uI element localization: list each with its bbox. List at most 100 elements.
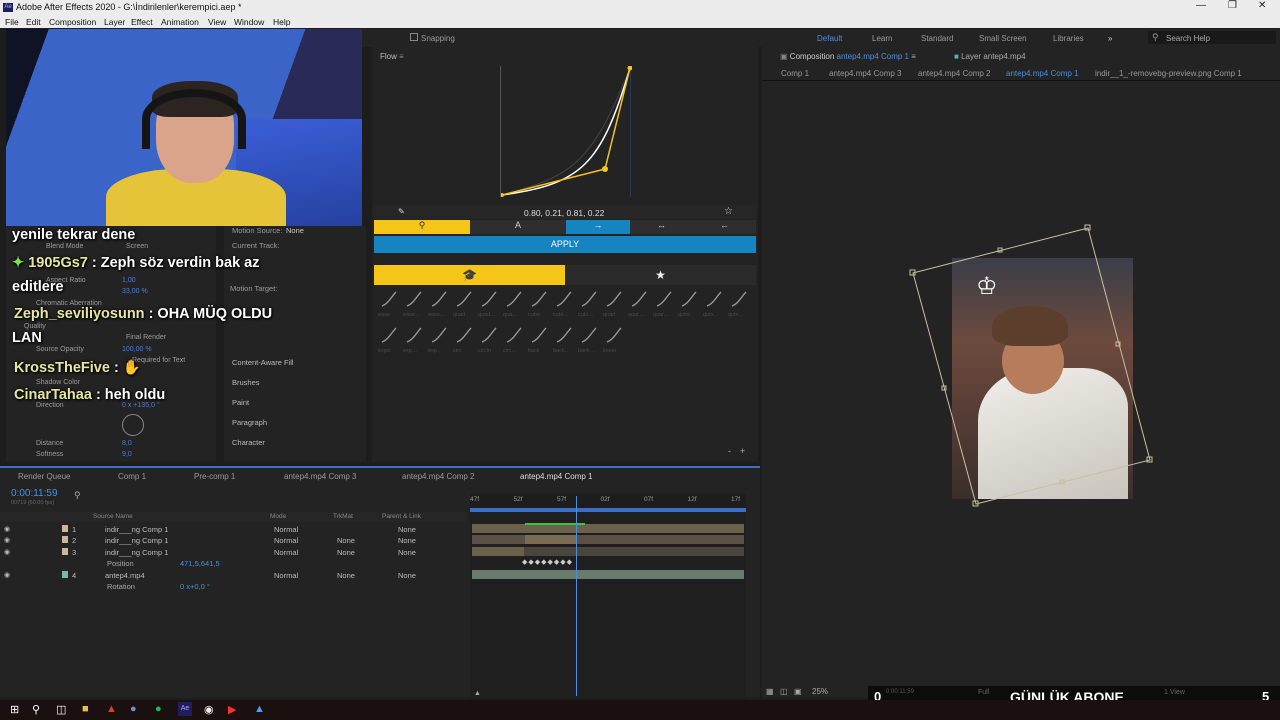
task-view-icon[interactable]: ◫ [56,703,66,716]
trkmat-select[interactable]: None [337,536,355,545]
close-icon[interactable]: ✕ [1258,0,1266,11]
trkmat-select[interactable]: None [337,571,355,580]
direction-dial[interactable] [122,414,144,436]
blend-mode-select[interactable]: Normal [274,525,298,534]
menu-edit[interactable]: Edit [26,17,41,27]
spotify-icon[interactable]: ● [155,703,162,715]
bezier-graph[interactable] [500,66,632,197]
menu-window[interactable]: Window [234,17,264,27]
preset-curve-item[interactable]: quin… [728,288,750,320]
aspect-ratio-value[interactable]: 1,00 [122,277,136,284]
panel-brushes[interactable]: Brushes [232,378,260,387]
tab-antep-comp-2[interactable]: antep4.mp4 Comp 2 [402,472,475,481]
breadcrumb-comp-2[interactable]: antep4.mp4 Comp 2 [918,69,991,78]
menu-animation[interactable]: Animation [161,17,199,27]
keyframes[interactable]: ◆◆◆◆◆◆◆◆ [522,558,573,566]
render-quality-value[interactable]: Final Render [126,334,166,341]
label-color-swatch[interactable] [62,536,68,543]
discord-icon[interactable]: ● [130,703,137,715]
preset-curve-item[interactable]: exp… [428,324,450,356]
layer-name[interactable]: Position [107,559,134,568]
preset-curve-item[interactable]: cubic [528,288,550,320]
preset-curve-item[interactable]: ease… [403,288,425,320]
restore-icon[interactable]: ❐ [1228,0,1237,11]
menu-file[interactable]: File [5,17,19,27]
preset-curve-item[interactable]: cubi… [553,288,575,320]
tab-comp-1[interactable]: Comp 1 [118,472,146,481]
after-effects-taskbar-icon[interactable]: Ae [178,702,192,716]
layer-row[interactable]: ◉ 2 indir___ng Comp 1 Normal None None [0,535,466,546]
text-icon[interactable]: A [470,220,566,234]
preset-curve-item[interactable]: circ… [503,324,525,356]
remove-preset-icon[interactable]: - [728,446,731,456]
softness-value[interactable]: 9,0 [122,451,132,458]
windows-start-icon[interactable]: ⊞ [10,703,19,716]
trkmat-select[interactable]: None [337,548,355,557]
property-value[interactable]: 471,5,641,5 [180,559,220,568]
track-area[interactable]: ◆◆◆◆◆◆◆◆ [470,496,746,698]
tab-antep-comp-3[interactable]: antep4.mp4 Comp 3 [284,472,357,481]
preset-curve-item[interactable]: expo [378,324,400,356]
preset-curve-item[interactable]: circIn [478,324,500,356]
preset-curve-item[interactable]: quar… [628,288,650,320]
file-explorer-icon[interactable]: ■ [82,703,89,715]
menu-effect[interactable]: Effect [131,17,153,27]
parent-select[interactable]: None [398,536,416,545]
preset-curve-item[interactable]: linear [603,324,625,356]
search-icon[interactable]: ⚲ [32,703,40,716]
parent-select[interactable]: None [398,548,416,557]
preset-curve-item[interactable]: quint [678,288,700,320]
workspace-libraries[interactable]: Libraries [1053,34,1084,43]
preset-curve-item[interactable]: back… [553,324,575,356]
workspace-learn[interactable]: Learn [872,34,892,43]
display-icon[interactable]: ◫ [780,687,788,696]
timeline-timecode[interactable]: 0:00:11:59 [11,488,58,499]
tab-pre-comp-1[interactable]: Pre-comp 1 [194,472,235,481]
zoom-select[interactable]: 25% [812,687,828,696]
blend-mode-value[interactable]: Screen [126,243,148,250]
preset-curve-item[interactable]: quin… [703,288,725,320]
snapping-checkbox[interactable] [410,33,418,41]
favorite-star-icon[interactable]: ☆ [724,206,733,217]
preset-curve-item[interactable]: quar… [653,288,675,320]
app-icon[interactable]: ▲ [254,703,265,715]
layer-name[interactable]: Rotation [107,582,135,591]
menu-help[interactable]: Help [273,17,290,27]
workspace-small-screen[interactable]: Small Screen [979,34,1027,43]
menu-layer[interactable]: Layer [104,17,125,27]
visibility-eye-icon[interactable]: ◉ [4,548,10,556]
preset-curve-item[interactable]: qua… [503,288,525,320]
label-color-swatch[interactable] [62,548,68,555]
star-icon[interactable]: ★ [565,265,756,285]
panel-content-aware-fill[interactable]: Content-Aware Fill [232,358,294,367]
preset-curve-item[interactable]: ease [378,288,400,320]
blend-mode-select[interactable]: Normal [274,536,298,545]
snapshot-icon[interactable]: ▦ [766,687,774,696]
menu-composition[interactable]: Composition [49,17,96,27]
visibility-eye-icon[interactable]: ◉ [4,525,10,533]
layer-name[interactable]: indir___ng Comp 1 [105,536,168,545]
breadcrumb-comp-active[interactable]: antep4.mp4 Comp 1 [1006,69,1079,78]
preset-curve-item[interactable]: quad [453,288,475,320]
layer-name[interactable]: antep4.mp4 [105,571,145,580]
panel-character[interactable]: Character [232,438,265,447]
direction-value[interactable]: 0 x +135,0 ° [122,402,160,409]
playhead[interactable] [576,496,577,696]
tab-antep-comp-1[interactable]: antep4.mp4 Comp 1 [520,472,593,481]
grid-icon[interactable]: ▣ [794,687,802,696]
arrow-left-icon[interactable]: ← [693,220,756,234]
more-workspaces-icon[interactable]: » [1108,34,1112,43]
minimize-icon[interactable]: — [1196,0,1206,11]
preset-curve-item[interactable]: back [528,324,550,356]
apply-button[interactable]: APPLY [374,236,756,253]
property-row[interactable]: Position 471,5,641,5 [0,558,466,569]
panel-paragraph[interactable]: Paragraph [232,418,267,427]
preset-curve-item[interactable]: quad… [478,288,500,320]
add-preset-icon[interactable]: + [740,446,745,456]
preset-curve-item[interactable]: back… [578,324,600,356]
workspace-standard[interactable]: Standard [921,34,953,43]
preset-curve-item[interactable]: quart [603,288,625,320]
time-ruler[interactable]: 47f 52f 57f 02f 07f 12f 17f [470,494,746,512]
visibility-eye-icon[interactable]: ◉ [4,571,10,579]
layer-row[interactable]: ◉ 1 indir___ng Comp 1 Normal None [0,524,466,535]
